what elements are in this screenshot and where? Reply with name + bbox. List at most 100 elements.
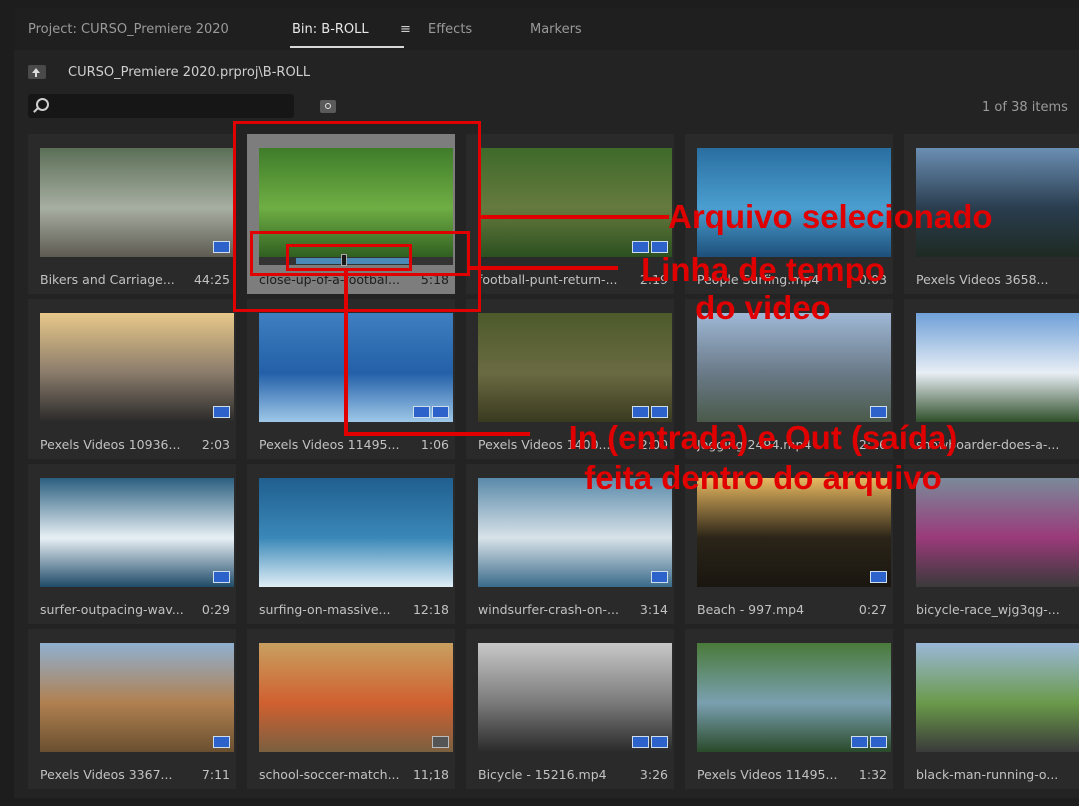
clip-tile[interactable]: black-man-running-o...	[904, 629, 1079, 789]
clip-thumbnail[interactable]	[259, 643, 453, 752]
clip-duration: 12:18	[412, 602, 449, 617]
annotation-connector-selected	[479, 215, 669, 219]
clip-thumbnail[interactable]	[259, 478, 453, 587]
video-track-icon	[432, 736, 449, 748]
video-track-icon	[632, 736, 649, 748]
clip-thumbnail[interactable]	[40, 643, 234, 752]
clip-tile[interactable]: surfing-on-massive... 12:18	[247, 464, 455, 624]
clip-name: Pexels Videos 11495...	[259, 437, 400, 452]
tab-markers[interactable]: Markers	[530, 22, 582, 37]
clip-duration: 44:25	[193, 272, 230, 287]
item-count: 1 of 38 items	[982, 100, 1068, 115]
clip-tile[interactable]: Pexels Videos 11495... 1:32	[685, 629, 893, 789]
clip-duration: 0:27	[858, 602, 887, 617]
tab-project[interactable]: Project: CURSO_Premiere 2020	[28, 22, 229, 37]
clip-tile[interactable]: Bicycle - 15216.mp4 3:26	[466, 629, 674, 789]
clip-name: Beach - 997.mp4	[697, 602, 805, 617]
clip-thumbnail[interactable]	[259, 313, 453, 422]
annotation-selected-box	[233, 121, 481, 312]
clip-name: bicycle-race_wjg3qg-...	[916, 602, 1060, 617]
clip-tile[interactable]: Pexels Videos 10936... 2:03	[28, 299, 236, 459]
media-type-icon	[632, 736, 668, 748]
clip-tile[interactable]: Pexels Videos 3367... 7:11	[28, 629, 236, 789]
clip-thumbnail[interactable]	[478, 148, 672, 257]
clip-duration: 7:11	[201, 767, 230, 782]
clip-duration: 3:14	[639, 602, 668, 617]
tab-bin[interactable]: Bin: B-ROLL	[292, 22, 369, 37]
media-type-icon	[413, 406, 449, 418]
clip-name: surfer-outpacing-wav...	[40, 602, 184, 617]
clip-duration: 3:26	[639, 767, 668, 782]
video-track-icon	[651, 571, 668, 583]
audio-track-icon	[651, 406, 668, 418]
audio-track-icon	[870, 736, 887, 748]
media-type-icon	[651, 571, 668, 583]
clip-thumbnail[interactable]	[40, 313, 234, 422]
search-input[interactable]	[56, 96, 290, 118]
video-track-icon	[213, 736, 230, 748]
clip-duration: 1:06	[420, 437, 449, 452]
video-track-icon	[870, 406, 887, 418]
tab-effects[interactable]: Effects	[428, 22, 472, 37]
clip-duration: 11;18	[412, 767, 449, 782]
clip-name: Bicycle - 15216.mp4	[478, 767, 607, 782]
clip-name: windsurfer-crash-on-...	[478, 602, 619, 617]
audio-track-icon	[651, 736, 668, 748]
find-icon[interactable]	[320, 100, 336, 113]
active-tab-indicator	[290, 46, 404, 48]
video-track-icon	[870, 571, 887, 583]
clip-thumbnail[interactable]	[916, 313, 1079, 422]
video-track-icon	[213, 406, 230, 418]
clip-thumbnail[interactable]	[478, 643, 672, 752]
clip-name: Pexels Videos 10936...	[40, 437, 181, 452]
media-type-icon	[213, 571, 230, 583]
video-track-icon	[413, 406, 430, 418]
annotation-connector-inout-horizontal	[344, 432, 530, 436]
media-type-icon	[632, 406, 668, 418]
clip-name: Pexels Videos 11495...	[697, 767, 838, 782]
video-track-icon	[213, 571, 230, 583]
clip-name: black-man-running-o...	[916, 767, 1059, 782]
clip-name: Bikers and Carriage...	[40, 272, 175, 287]
clip-tile[interactable]: school-soccer-match... 11;18	[247, 629, 455, 789]
clip-thumbnail[interactable]	[697, 313, 891, 422]
annotation-inout-label-1: In (entrada) e Out (saída)	[568, 419, 958, 456]
annotation-inout-label-2: feita dentro do arquivo	[584, 459, 942, 496]
clip-name: Pexels Videos 3367...	[40, 767, 173, 782]
media-type-icon	[213, 241, 230, 253]
clip-tile[interactable]: Bikers and Carriage... 44:25	[28, 134, 236, 294]
clip-name: school-soccer-match...	[259, 767, 400, 782]
breadcrumb: CURSO_Premiere 2020.prproj\B-ROLL	[14, 60, 1079, 88]
media-type-icon	[870, 571, 887, 583]
media-type-icon	[870, 406, 887, 418]
annotation-inout-box	[286, 244, 412, 271]
clip-thumbnail[interactable]	[478, 313, 672, 422]
media-type-icon	[213, 406, 230, 418]
media-type-icon	[851, 736, 887, 748]
video-track-icon	[851, 736, 868, 748]
clip-duration: 1:32	[858, 767, 887, 782]
clip-tile[interactable]: surfer-outpacing-wav... 0:29	[28, 464, 236, 624]
video-track-icon	[632, 406, 649, 418]
audio-track-icon	[213, 241, 230, 253]
search-field[interactable]	[28, 94, 294, 118]
media-type-icon	[213, 736, 230, 748]
annotation-selected-label: Arquivo selecionado	[668, 198, 993, 235]
annotation-timeline-label-1: Linha de tempo	[641, 251, 885, 288]
annotation-connector-inout-vertical	[344, 271, 348, 435]
clip-thumbnail[interactable]	[40, 148, 234, 257]
bin-path: CURSO_Premiere 2020.prproj\B-ROLL	[68, 65, 311, 80]
clip-name: Pexels Videos 3658...	[916, 272, 1049, 287]
parent-folder-icon[interactable]	[28, 65, 46, 79]
clip-thumbnail[interactable]	[916, 643, 1079, 752]
annotation-connector-timeline	[468, 266, 618, 270]
search-icon	[36, 98, 49, 111]
media-type-icon	[432, 736, 449, 748]
audio-track-icon	[432, 406, 449, 418]
clip-duration: 2:03	[201, 437, 230, 452]
clip-thumbnail[interactable]	[697, 643, 891, 752]
project-panel: Project: CURSO_Premiere 2020 Bin: B-ROLL…	[14, 8, 1079, 798]
panel-menu-icon[interactable]: ≡	[400, 22, 411, 37]
clip-thumbnail[interactable]	[40, 478, 234, 587]
annotation-timeline-label-2: do video	[695, 289, 831, 326]
